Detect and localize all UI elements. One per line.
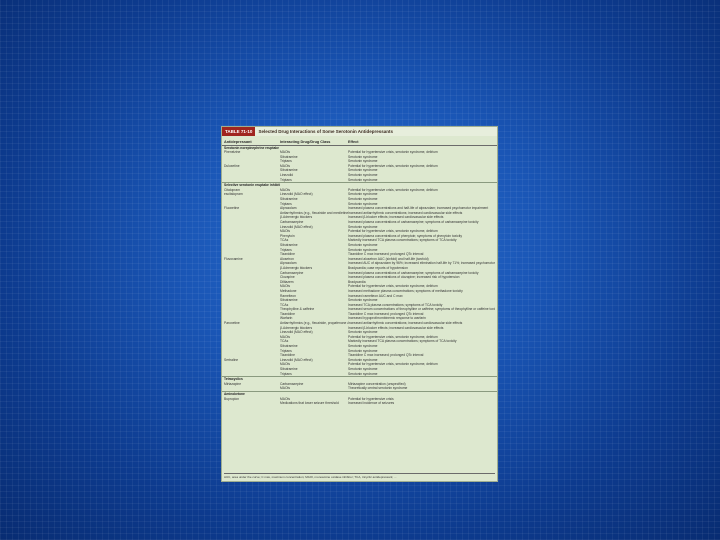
table-image: TABLE 71-10 Selected Drug Interactions o… (221, 126, 498, 482)
interacting-drug-cell: Triptans (280, 371, 292, 376)
effect-cell: Theoretically central serotonin syndrome (348, 386, 408, 391)
interacting-drug-cell: Triptans (280, 177, 292, 182)
effect-cell: Serotonin syndrome (348, 177, 378, 182)
table-row: Medications that lower seizure threshold… (222, 401, 497, 406)
antidepressant-cell (224, 178, 280, 183)
column-headers: Antidepressant Interacting Drug/Drug Cla… (222, 138, 497, 146)
column-header-interacting-drug: Interacting Drug/Drug Class (280, 139, 331, 144)
column-header-antidepressant: Antidepressant (224, 139, 252, 144)
effect-cell: Increased incidence of seizures (348, 401, 395, 406)
table-body: Serotonin norepinephrine reuptake inhibi… (222, 146, 497, 406)
table-number: TABLE 71-10 (222, 127, 256, 136)
interacting-drug-cell: MAOIs (280, 386, 291, 391)
table-title: Selected Drug Interactions of Some Serot… (258, 129, 394, 134)
table-footnote: AUC, area under the curve; C max, maximu… (224, 473, 495, 479)
antidepressant-cell (224, 401, 280, 406)
table-header-bar: TABLE 71-10 Selected Drug Interactions o… (222, 127, 497, 136)
interacting-drug-cell: Medications that lower seizure threshold (280, 401, 339, 406)
antidepressant-cell (224, 372, 280, 377)
antidepressant-cell (224, 386, 280, 391)
effect-cell: Serotonin syndrome (348, 371, 378, 376)
column-header-effect: Effect (348, 139, 359, 144)
